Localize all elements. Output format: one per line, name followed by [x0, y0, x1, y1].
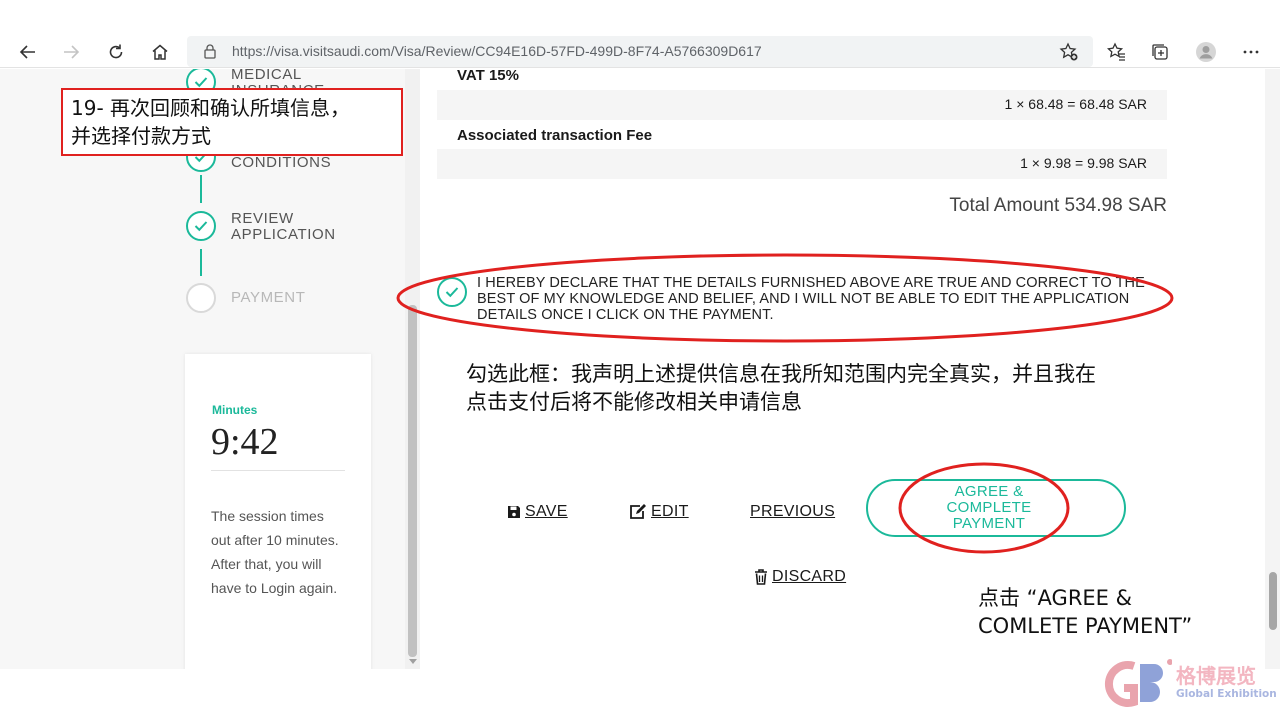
forward-button[interactable]: [58, 40, 84, 64]
lock-icon: [204, 44, 216, 59]
edit-pencil-icon: [630, 504, 646, 519]
agree-label-line1: AGREE &: [954, 483, 1024, 500]
favorites-icon: [1107, 42, 1125, 61]
save-label: SAVE: [525, 503, 568, 520]
timer-label: Minutes: [212, 403, 258, 417]
scroll-down-icon[interactable]: [409, 659, 417, 665]
page-scrollbar-thumb[interactable]: [1269, 572, 1277, 630]
step-review-application-label: REVIEW APPLICATION: [231, 211, 336, 243]
refresh-button[interactable]: [103, 40, 129, 64]
check-icon: [194, 77, 208, 88]
vat-label: VAT 15%: [457, 69, 519, 84]
transaction-fee-value: 1 × 9.98 = 9.98 SAR: [1020, 155, 1147, 171]
more-dots-icon: [1243, 50, 1259, 54]
watermark-logo: 格博展览 Global Exhibition: [1104, 656, 1280, 720]
vat-value: 1 × 68.48 = 68.48 SAR: [1004, 96, 1147, 112]
refresh-icon: [109, 44, 123, 59]
agree-complete-payment-button[interactable]: AGREE & COMPLETE PAYMENT: [866, 479, 1126, 537]
step-conditions-label: CONDITIONS: [231, 154, 332, 171]
avatar-icon: [1196, 42, 1216, 62]
step-label-line: MEDICAL: [231, 69, 302, 83]
annotation-click-note: 点击 “AGREE & COMLETE PAYMENT”: [978, 584, 1192, 640]
annotation-step-note: 19- 再次回顾和确认所填信息， 并选择付款方式: [61, 88, 403, 156]
sidebar-scrollbar-thumb[interactable]: [408, 305, 417, 657]
step-payment-label: PAYMENT: [231, 289, 306, 306]
vat-row: 1 × 68.48 = 68.48 SAR: [437, 90, 1167, 120]
transaction-fee-label: Associated transaction Fee: [457, 127, 653, 144]
declaration-checkbox[interactable]: [437, 277, 467, 307]
floppy-disk-icon: [508, 506, 520, 518]
annotation-click-note-line2: COMLETE PAYMENT”: [978, 614, 1193, 638]
arrow-left-icon: [19, 45, 35, 59]
agree-label-line3: PAYMENT: [952, 515, 1026, 532]
browser-toolbar: https://visa.visitsaudi.com/Visa/Review/…: [0, 36, 1280, 68]
annotation-checkbox-note: 勾选此框：我声明上述提供信息在我所知范围内完全真实，并且我在 点击支付后将不能修…: [466, 360, 1096, 416]
step-label-line: APPLICATION: [231, 226, 336, 243]
annotation-step-note-line1: 19- 再次回顾和确认所填信息，: [71, 96, 351, 120]
edit-label: EDIT: [651, 503, 689, 520]
collections-button[interactable]: [1147, 40, 1173, 64]
agree-button-label: AGREE & COMPLETE PAYMENT: [868, 484, 1110, 532]
total-amount: Total Amount 534.98 SAR: [949, 195, 1167, 216]
check-icon: [445, 287, 459, 298]
arrow-right-icon: [64, 45, 80, 59]
discard-label: DISCARD: [772, 568, 847, 585]
discard-button[interactable]: DISCARD: [754, 568, 846, 586]
timer-value: 9:42: [211, 421, 279, 463]
home-button[interactable]: [147, 40, 173, 64]
page-scrollbar[interactable]: [1265, 69, 1280, 669]
previous-label: PREVIOUS: [750, 503, 836, 520]
check-icon: [194, 221, 208, 232]
address-bar[interactable]: https://visa.visitsaudi.com/Visa/Review/…: [187, 36, 1093, 67]
save-button[interactable]: SAVE: [507, 503, 568, 521]
more-menu-button[interactable]: [1238, 40, 1264, 64]
trash-icon: [755, 569, 767, 585]
declaration-text: I HEREBY DECLARE THAT THE DETAILS FURNIS…: [477, 275, 1145, 323]
progress-sidebar: MEDICAL INSURANCE CONDITIONS REVIEW APPL…: [0, 69, 405, 669]
favorites-button[interactable]: [1104, 40, 1130, 64]
previous-button[interactable]: PREVIOUS: [750, 503, 835, 521]
edit-button[interactable]: EDIT: [629, 503, 689, 521]
annotation-checkbox-note-line2: 点击支付后将不能修改相关申请信息: [466, 390, 802, 414]
profile-button[interactable]: [1193, 40, 1219, 64]
annotation-step-note-line2: 并选择付款方式: [71, 124, 211, 148]
annotation-click-note-line1: 点击 “AGREE &: [978, 586, 1133, 610]
step-payment-indicator: [186, 283, 216, 313]
home-icon: [152, 44, 168, 60]
step-connector: [200, 249, 202, 276]
session-timer-card: Minutes 9:42 The session times out after…: [185, 354, 371, 669]
step-connector: [200, 175, 202, 203]
step-review-application-indicator: [186, 211, 216, 241]
collections-icon: [1152, 44, 1168, 60]
sidebar-scrollbar[interactable]: [405, 69, 420, 669]
add-favorite-icon[interactable]: [1059, 42, 1079, 62]
watermark-en: Global Exhibition: [1176, 688, 1277, 700]
annotation-checkbox-note-line1: 勾选此框：我声明上述提供信息在我所知范围内完全真实，并且我在: [466, 362, 1096, 386]
timer-note: The session times out after 10 minutes. …: [211, 508, 339, 596]
back-button[interactable]: [15, 40, 41, 64]
transaction-fee-row: 1 × 9.98 = 9.98 SAR: [437, 149, 1167, 179]
step-label-line: REVIEW: [231, 210, 294, 227]
gb-logo-icon: [1104, 659, 1172, 707]
url-text: https://visa.visitsaudi.com/Visa/Review/…: [232, 43, 762, 59]
watermark-cn: 格博展览: [1176, 664, 1256, 688]
agree-label-line2: COMPLETE: [946, 499, 1032, 516]
timer-divider: [211, 470, 345, 471]
